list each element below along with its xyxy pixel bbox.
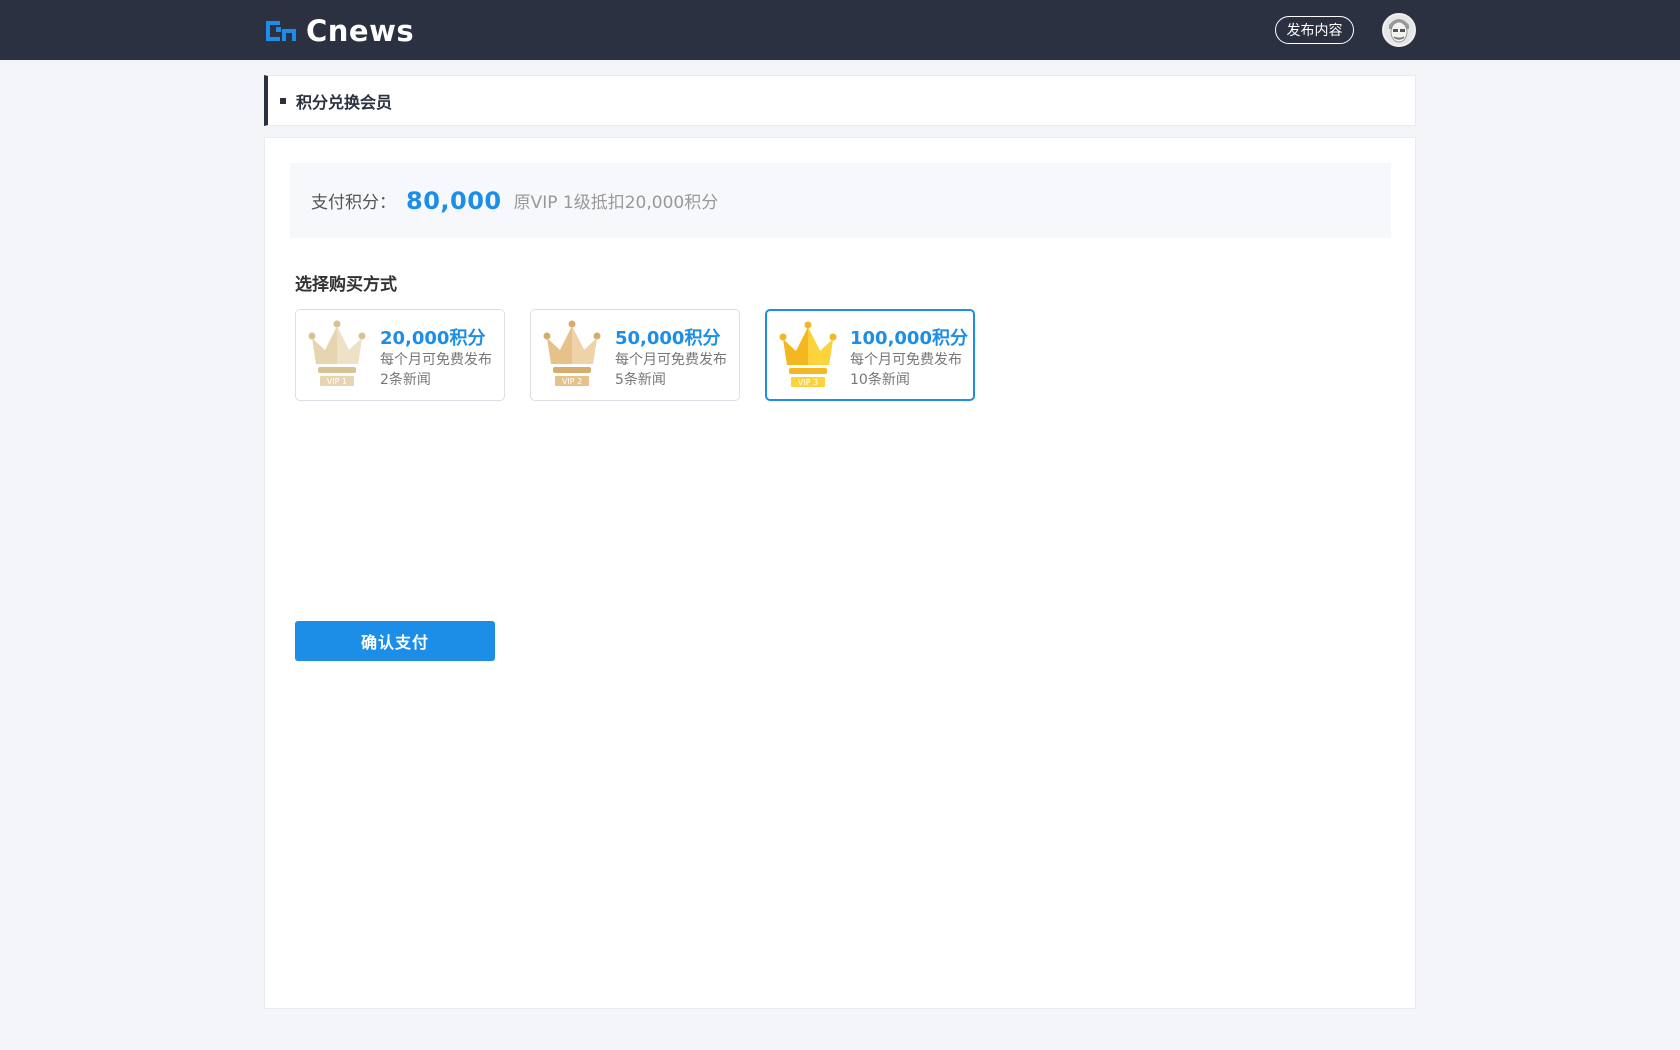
exchange-panel: 支付积分： 80,000 原VIP 1级抵扣20,000积分 选择购买方式 VI…	[264, 137, 1416, 1009]
brand-logo[interactable]: Cnews	[264, 14, 415, 48]
option-points: 20,000积分	[380, 328, 486, 349]
vip-option-3[interactable]: VIP 3 100,000积分 每个月可免费发布10条新闻	[765, 309, 975, 401]
user-avatar[interactable]	[1382, 13, 1416, 47]
vip-badge-label: VIP 2	[562, 377, 582, 386]
option-points: 100,000积分	[850, 328, 968, 349]
payment-amount: 80,000	[406, 186, 502, 215]
option-description: 每个月可免费发布5条新闻	[615, 352, 727, 388]
purchase-method-title: 选择购买方式	[295, 275, 397, 295]
page-title-bar: 积分兑换会员	[264, 75, 1416, 126]
confirm-payment-button[interactable]: 确认支付	[295, 621, 495, 661]
purchase-options: VIP 1 20,000积分 每个月可免费发布2条新闻 VIP 2 50,000…	[295, 309, 975, 401]
title-square-icon	[280, 97, 286, 104]
crown-icon: VIP 3	[779, 321, 837, 387]
option-points: 50,000积分	[615, 328, 721, 349]
payment-deduction-note: 原VIP 1级抵扣20,000积分	[513, 193, 719, 213]
top-navbar: Cnews 发布内容	[0, 0, 1680, 60]
vip-badge-label: VIP 3	[798, 378, 818, 387]
vip-badge-label: VIP 1	[327, 377, 347, 386]
vip-option-1[interactable]: VIP 1 20,000积分 每个月可免费发布2条新闻	[295, 309, 505, 401]
page-title: 积分兑换会员	[296, 92, 393, 112]
payment-label: 支付积分：	[311, 193, 396, 213]
vip-option-2[interactable]: VIP 2 50,000积分 每个月可免费发布5条新闻	[530, 309, 740, 401]
crown-icon: VIP 1	[308, 320, 366, 386]
option-description: 每个月可免费发布2条新闻	[380, 352, 492, 388]
avatar-face-icon	[1384, 15, 1414, 45]
crown-icon: VIP 2	[543, 320, 601, 386]
payment-summary: 支付积分： 80,000 原VIP 1级抵扣20,000积分	[290, 163, 1391, 238]
publish-content-button[interactable]: 发布内容	[1275, 16, 1354, 44]
cnews-logo-icon	[266, 21, 296, 41]
option-description: 每个月可免费发布10条新闻	[850, 352, 962, 388]
brand-name: Cnews	[306, 14, 415, 48]
